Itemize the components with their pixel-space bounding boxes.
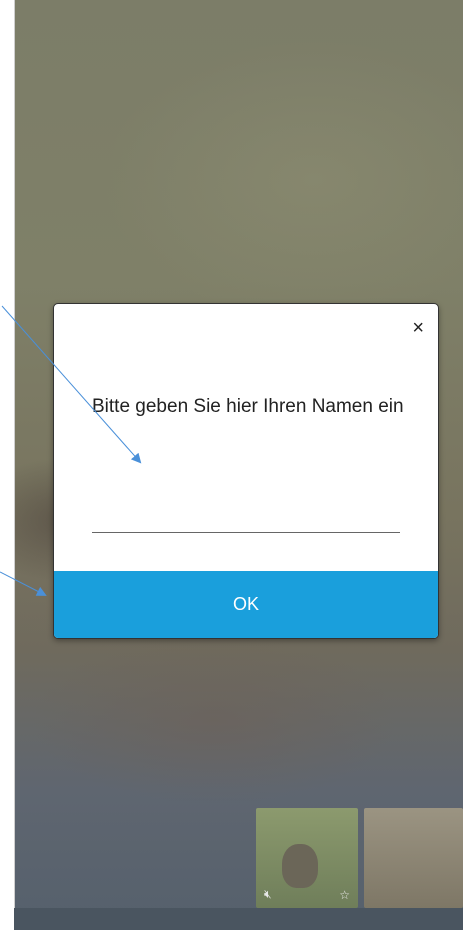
frame-divider xyxy=(14,0,15,930)
bottom-strip xyxy=(14,908,463,930)
name-input[interactable] xyxy=(92,504,400,533)
dialog-prompt: Bitte geben Sie hier Ihren Namen ein xyxy=(92,396,404,417)
close-icon[interactable]: × xyxy=(412,318,424,338)
participant-thumbnail-2[interactable] xyxy=(364,808,463,908)
participant-avatar xyxy=(282,844,318,888)
name-dialog: × Bitte geben Sie hier Ihren Namen ein O… xyxy=(53,303,439,639)
star-icon[interactable]: ☆ xyxy=(339,888,350,902)
mic-off-icon: 🔇︎ xyxy=(264,887,272,901)
participant-thumbnail[interactable]: 🔇︎ ☆ xyxy=(256,808,358,908)
ok-button[interactable]: OK xyxy=(54,571,438,638)
